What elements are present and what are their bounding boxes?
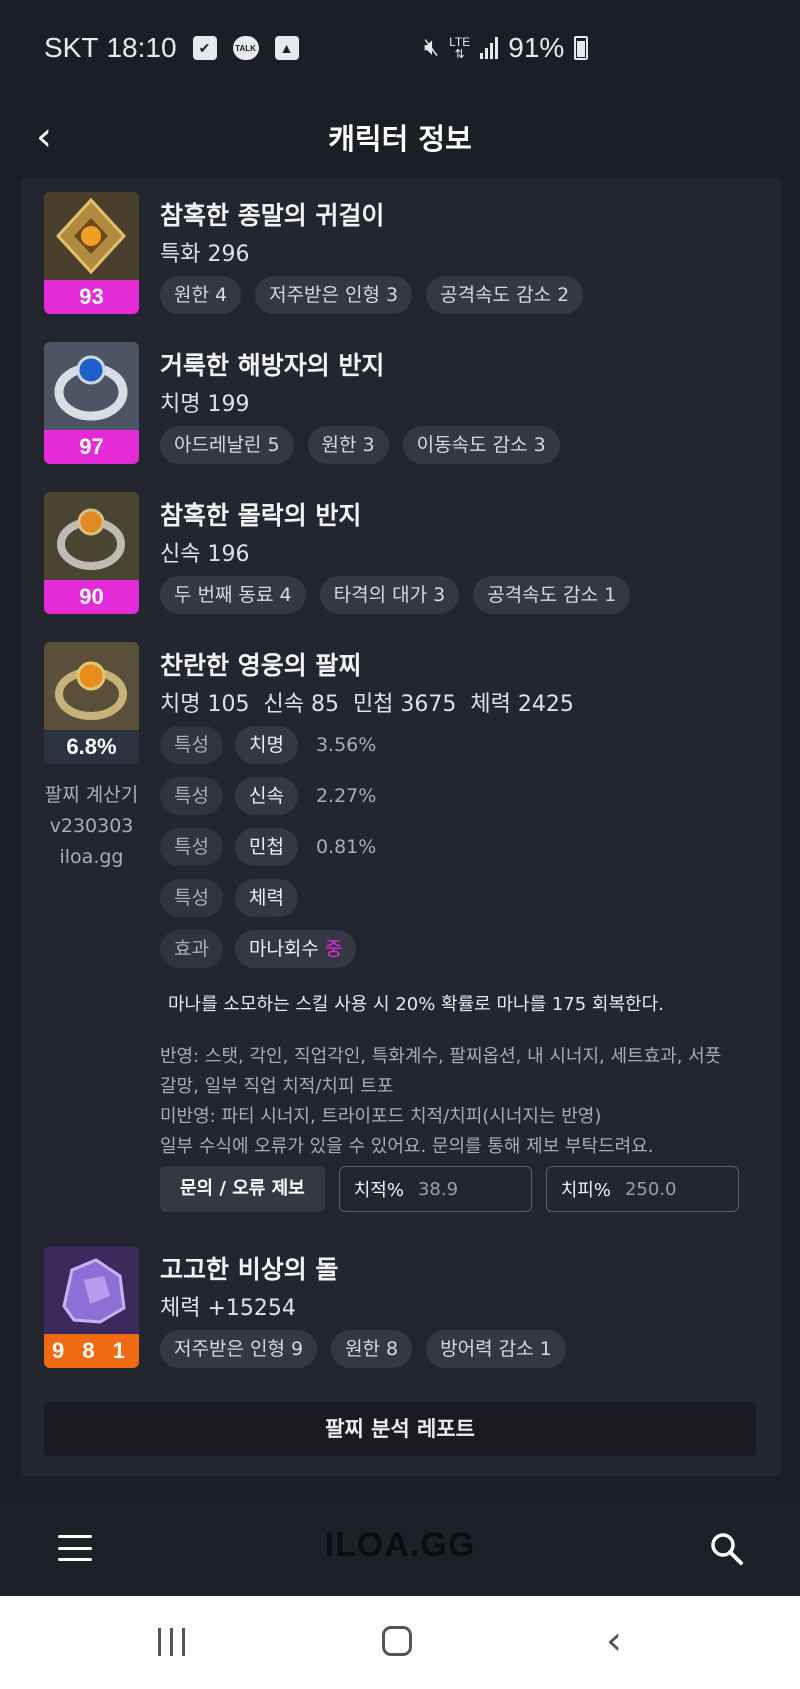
item-thumbnail: 97 <box>44 342 139 464</box>
bracelet-analysis-report-button[interactable]: 팔찌 분석 레포트 <box>44 1402 756 1456</box>
checkbox-notification-icon: ✔ <box>192 36 217 60</box>
recent-apps-icon[interactable] <box>158 1628 185 1656</box>
earring-icon <box>44 192 139 280</box>
effect-row: 효과 마나회수 중 <box>160 930 357 968</box>
engraving-tags: 두 번째 동료 4 타격의 대가 3 공격속도 감소 1 <box>160 576 631 614</box>
engraving-tag: 저주받은 인형 3 <box>255 276 413 314</box>
clock: 18:10 <box>106 32 177 63</box>
item-stat: 체력 +15254 <box>160 1296 296 1321</box>
effect-grade: 중 <box>324 938 343 960</box>
stone-thumbnail: 9 8 1 <box>44 1246 139 1368</box>
stone-level: 9 8 1 <box>44 1334 139 1368</box>
mute-icon: 🔇︎ <box>424 34 440 61</box>
trait-row: 특성 치명 3.56% <box>160 726 376 764</box>
item-level: 90 <box>44 580 139 614</box>
engraving-tag: 저주받은 인형 9 <box>160 1330 318 1368</box>
engraving-tag: 공격속도 감소 1 <box>473 576 631 614</box>
effect-description: 마나를 소모하는 스킬 사용 시 20% 확률로 마나를 175 회복한다. <box>168 994 664 1015</box>
engraving-tag: 원한 8 <box>331 1330 413 1368</box>
ring-icon <box>44 492 139 580</box>
engraving-tags: 아드레날린 5 원한 3 이동속도 감소 3 <box>160 426 560 464</box>
status-right: 🔇︎ LTE ⇅ 91% <box>424 32 589 64</box>
gallery-notification-icon: ▲ <box>274 36 299 60</box>
item-stat: 신속 196 <box>160 542 250 567</box>
calculator-notes: 반영: 스탯, 각인, 직업각인, 특화계수, 팔찌옵션, 내 시너지, 세트효… <box>160 1046 722 1157</box>
bracelet-icon <box>44 642 139 730</box>
bracelet-stats: 치명 105 신속 85 민첩 3675 체력 2425 <box>160 692 574 717</box>
carrier: SKT <box>44 32 99 63</box>
engraving-tag: 아드레날린 5 <box>160 426 294 464</box>
crit-damage-input[interactable]: 치피% 250.0 <box>545 1166 739 1212</box>
item-stat: 치명 199 <box>160 392 250 417</box>
lte-icon: LTE ⇅ <box>449 35 471 61</box>
bottom-bar: ILOA.GG <box>0 1500 800 1596</box>
status-left: SKT 18:10 ✔ TALK ▲ <box>44 32 299 64</box>
stone-icon <box>44 1246 139 1334</box>
engraving-tag: 이동속도 감소 3 <box>402 426 560 464</box>
battery-icon <box>574 36 589 60</box>
bracelet-section: 6.8% 팔찌 계산기 v230303 iloa.gg 찬란한 영웅의 팔찌 치… <box>44 642 764 1222</box>
item-stat: 특화 296 <box>160 242 250 267</box>
engraving-tag: 타격의 대가 3 <box>319 576 460 614</box>
signal-icon <box>480 37 499 59</box>
home-icon[interactable] <box>382 1626 412 1656</box>
item-name: 거룩한 해방자의 반지 <box>160 351 385 380</box>
engraving-tag: 공격속도 감소 2 <box>426 276 584 314</box>
crit-rate-input[interactable]: 치적% 38.9 <box>338 1166 532 1212</box>
item-name: 참혹한 종말의 귀걸이 <box>160 201 385 230</box>
calculator-controls: 문의 / 오류 제보 치적% 38.9 치피% 250.0 <box>160 1166 739 1212</box>
site-logo[interactable]: ILOA.GG <box>0 1526 800 1565</box>
bracelet-thumbnail: 6.8% <box>44 642 139 764</box>
app-bar: ‹ 캐릭터 정보 <box>0 100 800 178</box>
engraving-tags: 원한 4 저주받은 인형 3 공격속도 감소 2 <box>160 276 584 314</box>
report-error-button[interactable]: 문의 / 오류 제보 <box>160 1166 325 1212</box>
item-name: 참혹한 몰락의 반지 <box>160 501 362 530</box>
system-nav-bar: ‹ <box>0 1596 800 1689</box>
battery-percent: 91% <box>508 32 565 63</box>
item-name: 고고한 비상의 돌 <box>160 1255 339 1284</box>
engraving-tag: 원한 4 <box>160 276 242 314</box>
item-thumbnail: 90 <box>44 492 139 614</box>
talk-notification-icon: TALK <box>232 36 259 60</box>
ring-icon <box>44 342 139 430</box>
trait-row: 특성 체력 <box>160 879 298 917</box>
engraving-tag: 원한 3 <box>307 426 389 464</box>
page-title: 캐릭터 정보 <box>328 122 472 156</box>
bracelet-name: 찬란한 영웅의 팔찌 <box>160 651 362 680</box>
status-bar: SKT 18:10 ✔ TALK ▲ 🔇︎ LTE ⇅ 91% <box>0 0 800 100</box>
search-icon[interactable] <box>710 1532 744 1566</box>
trait-row: 특성 민첩 0.81% <box>160 828 376 866</box>
back-icon[interactable]: ‹ <box>606 1618 622 1664</box>
calculator-version-note: 팔찌 계산기 v230303 iloa.gg <box>44 784 139 868</box>
item-level: 97 <box>44 430 139 464</box>
item-level: 93 <box>44 280 139 314</box>
item-thumbnail: 93 <box>44 192 139 314</box>
engraving-tag: 두 번째 동료 4 <box>160 576 306 614</box>
bracelet-percent: 6.8% <box>44 730 139 764</box>
trait-row: 특성 신속 2.27% <box>160 777 376 815</box>
engraving-tag: 방어력 감소 1 <box>426 1330 566 1368</box>
engraving-tags: 저주받은 인형 9 원한 8 방어력 감소 1 <box>160 1330 566 1368</box>
